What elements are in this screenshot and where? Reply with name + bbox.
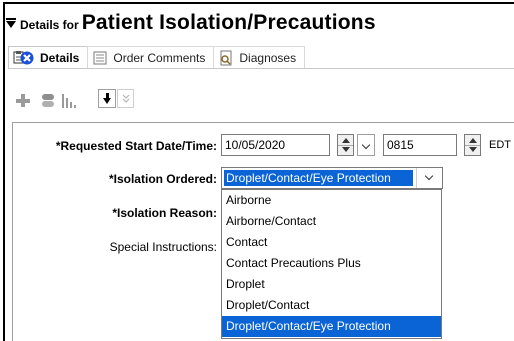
tab-order-comments-label: Order Comments xyxy=(113,50,206,65)
collapse-button[interactable] xyxy=(117,89,134,108)
isolation-ordered-label: *Isolation Ordered: xyxy=(108,172,217,186)
medication-icon[interactable] xyxy=(40,88,56,112)
details-error-icon xyxy=(13,50,34,66)
list-item-selected[interactable]: Droplet/Contact/Eye Protection xyxy=(222,316,441,337)
time-spinner[interactable] xyxy=(464,134,481,156)
list-item[interactable]: Droplet xyxy=(222,274,441,295)
chevron-down-icon xyxy=(361,140,371,150)
isolation-ordered-select[interactable]: Droplet/Contact/Eye Protection xyxy=(221,167,443,189)
header-prefix: Details for xyxy=(20,18,79,32)
chart-bars-icon[interactable] xyxy=(60,88,78,112)
isolation-reason-label: *Isolation Reason: xyxy=(112,206,217,220)
move-down-button[interactable] xyxy=(98,89,116,108)
list-item[interactable]: Contact Precautions Plus xyxy=(222,253,441,274)
list-item[interactable]: Airborne xyxy=(222,190,441,211)
isolation-dropdown-button[interactable] xyxy=(416,168,442,188)
timezone-label: EDT xyxy=(489,139,511,151)
move-down-icon xyxy=(102,93,111,104)
list-item[interactable]: Airborne/Contact xyxy=(222,211,441,232)
list-item[interactable]: Contact xyxy=(222,232,441,253)
tab-diagnoses-label: Diagnoses xyxy=(239,50,297,65)
special-instructions-label: Special Instructions: xyxy=(109,240,217,254)
tab-bar: Details Order Comments Diagnoses xyxy=(8,46,306,68)
start-date-field[interactable]: 10/05/2020 xyxy=(221,134,330,156)
isolation-options-list: Airborne Airborne/Contact Contact Contac… xyxy=(221,189,442,339)
add-icon[interactable] xyxy=(12,88,34,112)
details-header: Details for Patient Isolation/Precaution… xyxy=(6,10,376,36)
page-title: Patient Isolation/Precautions xyxy=(81,11,376,34)
collapse-icon xyxy=(122,94,129,103)
tab-order-comments[interactable]: Order Comments xyxy=(87,46,215,68)
isolation-ordered-value: Droplet/Contact/Eye Protection xyxy=(224,170,413,186)
start-time-field[interactable]: 0815 xyxy=(383,134,457,156)
date-picker-button[interactable] xyxy=(357,134,375,156)
tab-divider xyxy=(8,68,514,69)
diagnoses-icon xyxy=(218,50,234,66)
comments-icon xyxy=(92,50,108,66)
tab-details-label: Details xyxy=(40,50,80,65)
tab-diagnoses[interactable]: Diagnoses xyxy=(213,46,306,68)
date-spinner[interactable] xyxy=(337,134,354,156)
collapse-arrow-icon[interactable] xyxy=(6,17,16,28)
chevron-down-icon xyxy=(424,171,434,181)
start-datetime-label: *Requested Start Date/Time: xyxy=(55,139,217,153)
tab-details[interactable]: Details xyxy=(8,46,89,68)
list-item[interactable]: Droplet/Contact xyxy=(222,295,441,316)
